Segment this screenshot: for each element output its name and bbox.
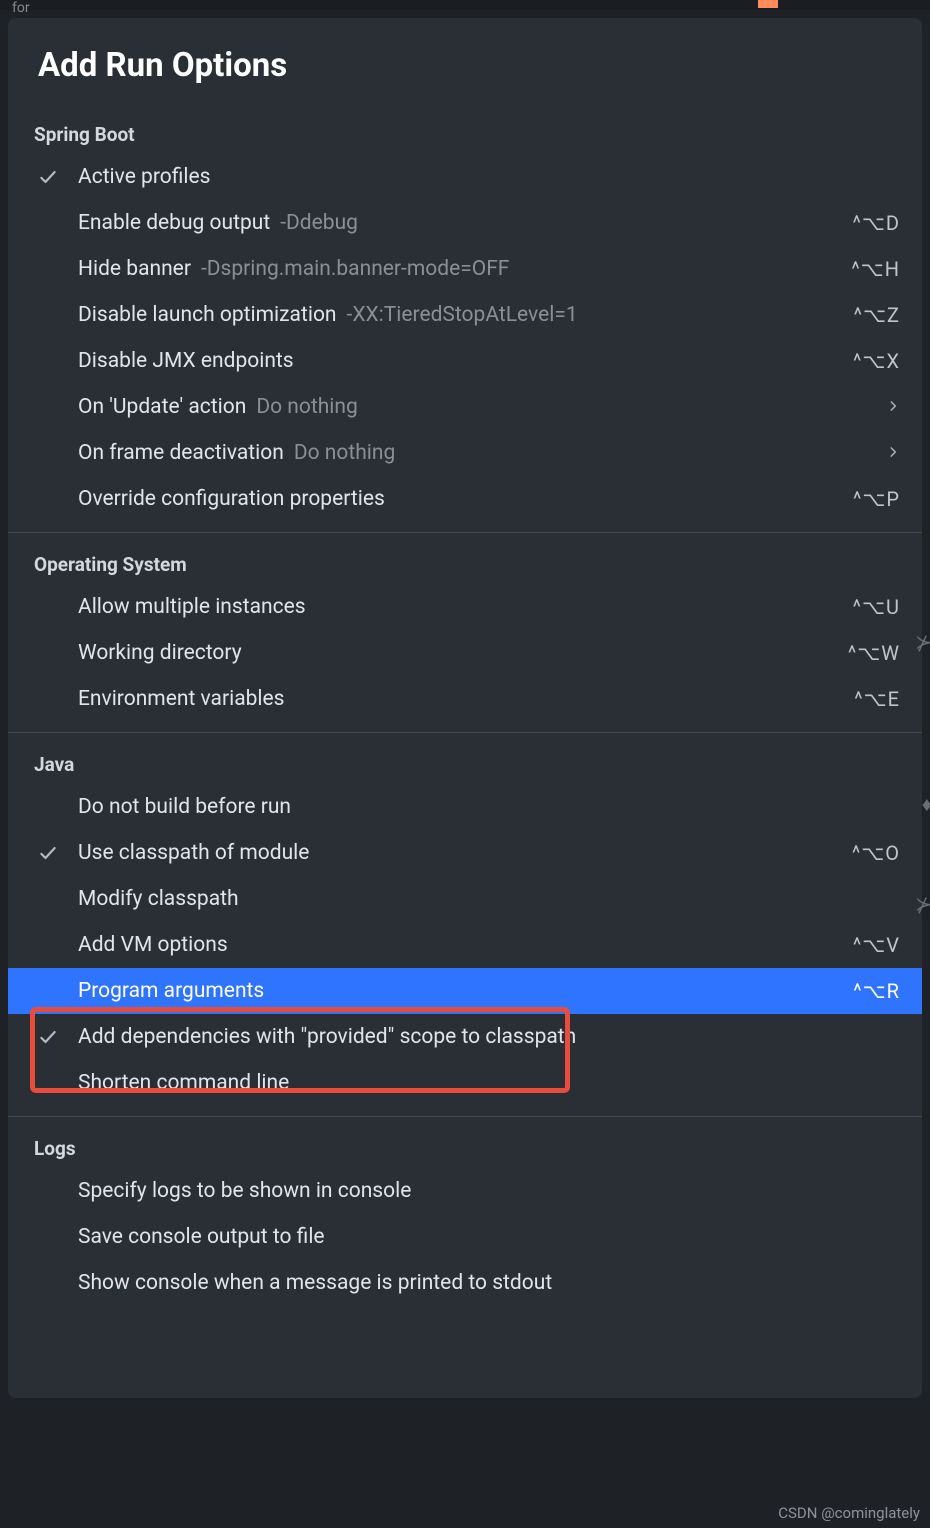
menu-item-hint: Do nothing [294,441,395,465]
menu-item[interactable]: Disable launch optimization -XX:TieredSto… [8,292,922,338]
check-icon [38,843,78,863]
shortcut-label: ^⌥V [853,933,900,957]
check-icon [38,1027,78,1047]
menu-item[interactable]: Active profiles [8,154,922,200]
section-header: Spring Boot [8,109,922,154]
menu-item[interactable]: On 'Update' action Do nothing [8,384,922,430]
shortcut-label: ^⌥W [848,641,900,665]
menu-item-label: On 'Update' action [78,395,246,419]
shortcut-label: ^⌥E [854,687,900,711]
menu-item[interactable]: Allow multiple instances ^⌥U [8,584,922,630]
menu-item[interactable]: Working directory ^⌥W [8,630,922,676]
tab-indicator [758,0,778,8]
menu-item[interactable]: Specify logs to be shown in console [8,1168,922,1214]
menu-item[interactable]: Add VM options ^⌥V [8,922,922,968]
chevron-right-icon [886,441,900,465]
menu-item[interactable]: Show console when a message is printed t… [8,1260,922,1306]
menu-item-label: Working directory [78,641,242,665]
shortcut-label: ^⌥P [853,487,900,511]
menu-item[interactable]: Override configuration properties ^⌥P [8,476,922,522]
shortcut-label: ^⌥Z [854,303,900,327]
menu-item[interactable]: Shorten command line [8,1060,922,1106]
menu-item-label: Modify classpath [78,887,239,911]
menu-item-label: Add VM options [78,933,228,957]
menu-item-hint: Do nothing [256,395,357,419]
menu-item-label: Allow multiple instances [78,595,306,619]
edge-decoration: ⊁ [915,892,930,916]
menu-item-label: Do not build before run [78,795,291,819]
menu-item[interactable]: Enable debug output -Ddebug ^⌥D [8,200,922,246]
menu-item-label: Program arguments [78,979,264,1003]
shortcut-label: ^⌥X [853,349,900,373]
menu-item-hint: -XX:TieredStopAtLevel=1 [347,303,578,327]
menu-item[interactable]: Hide banner -Dspring.main.banner-mode=OFF… [8,246,922,292]
menu-item-label: On frame deactivation [78,441,284,465]
section-header: Logs [8,1123,922,1168]
section-divider [8,732,922,733]
menu-item-label: Environment variables [78,687,284,711]
chevron-right-icon [886,395,900,419]
watermark: CSDN @cominglately [778,1504,920,1522]
shortcut-label: ^⌥U [853,595,900,619]
menu-item-label: Disable JMX endpoints [78,349,294,373]
check-icon [38,167,78,187]
edge-decoration: ⊁ [915,630,930,654]
shortcut-label: ^⌥H [851,257,900,281]
menu-item[interactable]: Add dependencies with "provided" scope t… [8,1014,922,1060]
menu-item-label: Override configuration properties [78,487,385,511]
menu-item-label: Show console when a message is printed t… [78,1271,552,1295]
section-divider [8,1116,922,1117]
menu-item-hint: -Dspring.main.banner-mode=OFF [201,257,509,281]
menu-item-label: Save console output to file [78,1225,325,1249]
menu-item[interactable]: Environment variables ^⌥E [8,676,922,722]
menu-item-label: Shorten command line [78,1071,289,1095]
top-hint: for [12,0,30,16]
menu-item[interactable]: Do not build before run [8,784,922,830]
menu-item-label: Active profiles [78,165,210,189]
menu-item-label: Specify logs to be shown in console [78,1179,411,1203]
menu-item[interactable]: Modify classpath [8,876,922,922]
menu-item[interactable]: Program arguments ^⌥R [8,968,922,1014]
section-header: Operating System [8,539,922,584]
shortcut-label: ^⌥R [853,979,900,1003]
panel-title: Add Run Options [8,32,922,109]
shortcut-label: ^⌥D [852,211,900,235]
menu-item-label: Add dependencies with "provided" scope t… [78,1025,576,1049]
menu-item-label: Use classpath of module [78,841,309,865]
edge-decoration: ♦ [922,792,930,817]
menu-item-label: Hide banner [78,257,191,281]
menu-item[interactable]: Disable JMX endpoints ^⌥X [8,338,922,384]
menu-item[interactable]: Save console output to file [8,1214,922,1260]
menu-item[interactable]: On frame deactivation Do nothing [8,430,922,476]
menu-item-label: Disable launch optimization [78,303,337,327]
section-header: Java [8,739,922,784]
section-divider [8,532,922,533]
shortcut-label: ^⌥O [852,841,900,865]
menu-item-hint: -Ddebug [280,211,358,235]
add-run-options-panel: Add Run Options Spring Boot Active profil… [8,18,922,1398]
menu-item-label: Enable debug output [78,211,270,235]
menu-item[interactable]: Use classpath of module ^⌥O [8,830,922,876]
